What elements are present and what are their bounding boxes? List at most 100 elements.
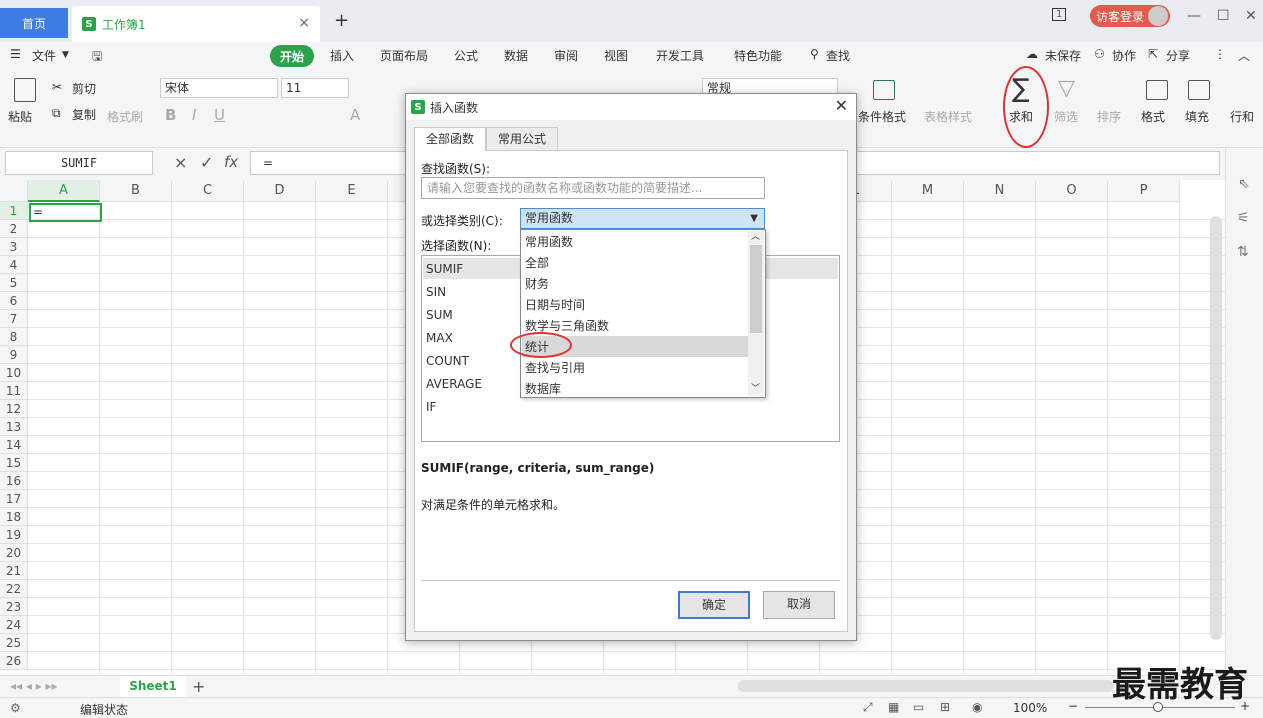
menu-view[interactable]: 视图 bbox=[604, 47, 628, 64]
function-item[interactable]: COUNT bbox=[426, 354, 469, 368]
row-header[interactable]: 2 bbox=[0, 220, 28, 238]
row-header[interactable]: 23 bbox=[0, 598, 28, 616]
new-tab-button[interactable]: + bbox=[334, 10, 349, 31]
zoom-out-button[interactable]: − bbox=[1068, 699, 1078, 713]
menu-insert[interactable]: 插入 bbox=[330, 47, 354, 64]
menu-search[interactable]: 查找 bbox=[826, 47, 850, 64]
italic-icon[interactable]: I bbox=[192, 106, 196, 124]
maximize-button[interactable]: ☐ bbox=[1217, 8, 1230, 24]
fill-button[interactable]: 填充 bbox=[1185, 108, 1209, 125]
fx-icon[interactable]: fx bbox=[224, 153, 238, 171]
row-header[interactable]: 6 bbox=[0, 292, 28, 310]
column-header[interactable]: P bbox=[1108, 180, 1180, 202]
format-icon[interactable] bbox=[1146, 80, 1168, 100]
collapse-ribbon-icon[interactable]: ︿ bbox=[1238, 47, 1250, 64]
row-header[interactable]: 19 bbox=[0, 526, 28, 544]
confirm-formula-icon[interactable]: ✓ bbox=[200, 153, 213, 172]
menu-developer[interactable]: 开发工具 bbox=[656, 47, 704, 64]
fill-icon[interactable] bbox=[1188, 80, 1210, 100]
row-header[interactable]: 22 bbox=[0, 580, 28, 598]
column-header[interactable]: E bbox=[316, 180, 388, 202]
close-window-button[interactable]: ✕ bbox=[1245, 8, 1257, 24]
function-item[interactable]: IF bbox=[426, 400, 436, 414]
sort-pane-icon[interactable]: ⇅ bbox=[1237, 244, 1249, 260]
column-header[interactable]: N bbox=[964, 180, 1036, 202]
row-header[interactable]: 18 bbox=[0, 508, 28, 526]
column-header[interactable]: O bbox=[1036, 180, 1108, 202]
sheet-tab-sheet1[interactable]: Sheet1 bbox=[120, 676, 186, 697]
menu-review[interactable]: 审阅 bbox=[554, 47, 578, 64]
ok-button[interactable]: 确定 bbox=[678, 591, 750, 619]
scroll-down-icon[interactable]: ﹀ bbox=[751, 381, 760, 394]
vertical-scrollbar[interactable] bbox=[1210, 216, 1222, 640]
tab-common-formulas[interactable]: 常用公式 bbox=[486, 127, 558, 151]
category-option[interactable]: 日期与时间 bbox=[525, 296, 585, 313]
column-header[interactable]: C bbox=[172, 180, 244, 202]
filter-icon[interactable]: ▽ bbox=[1058, 76, 1075, 101]
menu-start[interactable]: 开始 bbox=[270, 45, 314, 67]
sheet-nav-icon[interactable]: ◂◂ ◂ ▸ ▸▸ bbox=[10, 679, 58, 693]
category-option[interactable]: 财务 bbox=[525, 275, 549, 292]
page-view-icon[interactable]: ▭ bbox=[913, 700, 924, 714]
row-col-button[interactable]: 行和 bbox=[1230, 108, 1254, 125]
function-item[interactable]: SUM bbox=[426, 308, 453, 322]
share-button[interactable]: 分享 bbox=[1166, 47, 1190, 64]
row-header[interactable]: 26 bbox=[0, 652, 28, 670]
page-break-icon[interactable]: ⊞ bbox=[940, 700, 950, 714]
scroll-up-icon[interactable]: ︿ bbox=[751, 229, 760, 242]
row-header[interactable]: 4 bbox=[0, 256, 28, 274]
window-count-icon[interactable]: 1 bbox=[1052, 8, 1067, 21]
dropdown-scroll-thumb[interactable] bbox=[750, 245, 762, 333]
unsaved-status[interactable]: 未保存 bbox=[1045, 47, 1081, 64]
row-header[interactable]: 24 bbox=[0, 616, 28, 634]
conditional-format-button[interactable]: 条件格式 bbox=[858, 108, 906, 125]
cancel-formula-icon[interactable]: × bbox=[174, 153, 187, 172]
row-header[interactable]: 13 bbox=[0, 418, 28, 436]
hamburger-icon[interactable]: ☰ bbox=[10, 47, 21, 61]
eye-protect-icon[interactable]: ◉ bbox=[972, 700, 982, 714]
row-header[interactable]: 25 bbox=[0, 634, 28, 652]
row-header[interactable]: 1 bbox=[0, 202, 28, 220]
row-header[interactable]: 11 bbox=[0, 382, 28, 400]
category-option[interactable]: 查找与引用 bbox=[525, 359, 585, 376]
category-option[interactable]: 常用函数 bbox=[525, 233, 573, 250]
tab-home[interactable]: 首页 bbox=[0, 8, 68, 38]
menu-file[interactable]: 文件 bbox=[32, 47, 56, 64]
add-sheet-button[interactable]: + bbox=[192, 677, 205, 696]
copy-button[interactable]: 复制 bbox=[72, 106, 96, 123]
bold-icon[interactable]: B bbox=[165, 106, 176, 124]
row-header[interactable]: 21 bbox=[0, 562, 28, 580]
row-header[interactable]: 16 bbox=[0, 472, 28, 490]
dropdown-scrollbar[interactable]: ︿ ﹀ bbox=[748, 231, 764, 396]
conditional-format-icon[interactable] bbox=[873, 80, 895, 100]
row-header[interactable]: 17 bbox=[0, 490, 28, 508]
guest-login-button[interactable]: 访客登录 bbox=[1090, 5, 1170, 27]
paste-button[interactable]: 粘贴 bbox=[8, 108, 32, 125]
cursor-icon[interactable]: ⇖ bbox=[1238, 176, 1250, 192]
fullscreen-icon[interactable]: ⤢ bbox=[863, 700, 873, 715]
row-header[interactable]: 20 bbox=[0, 544, 28, 562]
row-header[interactable]: 7 bbox=[0, 310, 28, 328]
row-header[interactable]: 10 bbox=[0, 364, 28, 382]
tab-all-functions[interactable]: 全部函数 bbox=[414, 127, 486, 151]
column-header[interactable]: A bbox=[28, 180, 100, 202]
row-header[interactable]: 5 bbox=[0, 274, 28, 292]
table-style-button[interactable]: 表格样式 bbox=[924, 108, 972, 125]
function-item[interactable]: MAX bbox=[426, 331, 453, 345]
menu-features[interactable]: 特色功能 bbox=[734, 47, 782, 64]
category-dropdown-list[interactable]: 常用函数 全部 财务 日期与时间 数学与三角函数 统计 查找与引用 数据库 ︿ … bbox=[520, 229, 766, 398]
font-color-icon[interactable]: A bbox=[350, 106, 360, 124]
filter-button[interactable]: 筛选 bbox=[1054, 108, 1078, 125]
underline-icon[interactable]: U bbox=[214, 106, 225, 124]
row-header[interactable]: 9 bbox=[0, 346, 28, 364]
active-cell-a1[interactable]: = bbox=[29, 203, 102, 222]
category-select[interactable]: 常用函数 ▼ bbox=[520, 208, 765, 229]
macro-icon[interactable]: ⚙ bbox=[10, 701, 21, 715]
more-icon[interactable]: ⋮ bbox=[1214, 47, 1226, 61]
function-item[interactable]: SIN bbox=[426, 285, 446, 299]
column-header[interactable]: M bbox=[892, 180, 964, 202]
search-icon[interactable]: ⚲ bbox=[810, 47, 819, 61]
paste-icon[interactable] bbox=[14, 78, 36, 102]
select-all-corner[interactable] bbox=[0, 180, 28, 202]
category-option[interactable]: 全部 bbox=[525, 254, 549, 271]
